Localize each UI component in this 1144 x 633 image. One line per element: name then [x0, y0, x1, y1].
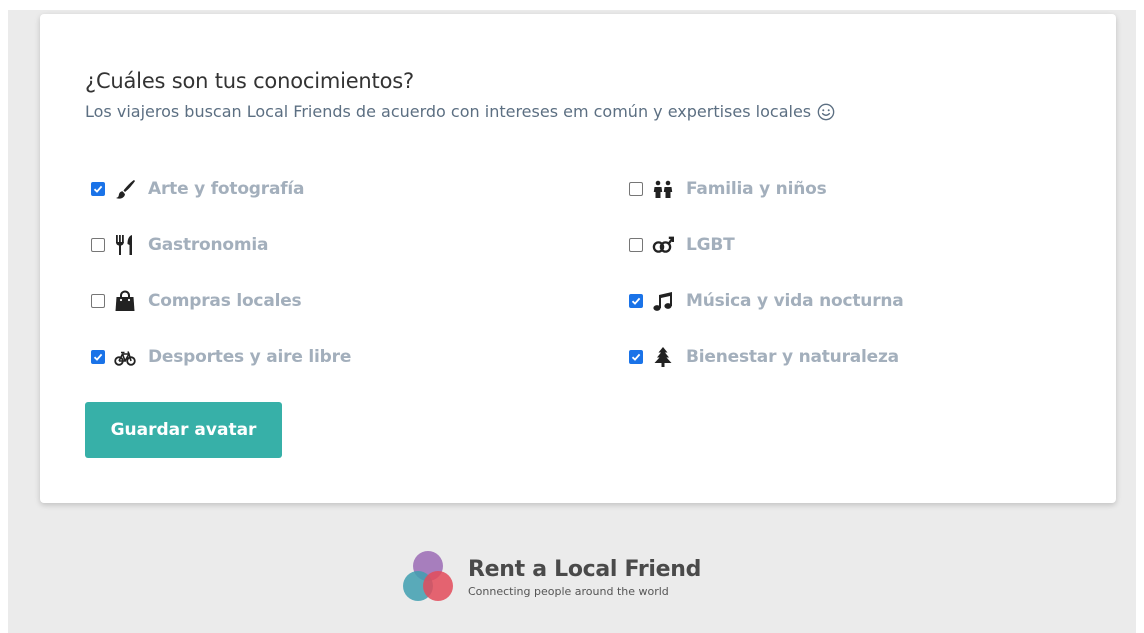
- option-label: LGBT: [686, 235, 735, 255]
- paintbrush-icon: [114, 178, 136, 200]
- gender-icon: [652, 234, 674, 256]
- smile-icon: [817, 103, 835, 120]
- card-subtitle: Los viajeros buscan Local Friends de acu…: [85, 102, 1116, 121]
- option-arte-fotografia[interactable]: Arte y fotografía: [91, 177, 305, 201]
- option-label: Música y vida nocturna: [686, 291, 904, 311]
- checkbox-compras-locales[interactable]: [91, 294, 105, 308]
- option-gastronomia[interactable]: Gastronomia: [91, 233, 269, 257]
- option-bienestar-naturaleza[interactable]: Bienestar y naturaleza: [629, 345, 899, 369]
- tree-icon: [652, 346, 674, 368]
- checkbox-musica-vida-nocturna[interactable]: [629, 294, 643, 308]
- option-musica-vida-nocturna[interactable]: Música y vida nocturna: [629, 289, 904, 313]
- card-title: ¿Cuáles son tus conocimientos?: [85, 69, 414, 93]
- shopping-bag-icon: [114, 290, 136, 312]
- card-subtitle-text: Los viajeros buscan Local Friends de acu…: [85, 102, 812, 121]
- interests-card: ¿Cuáles son tus conocimientos? Los viaje…: [40, 14, 1116, 503]
- option-label: Compras locales: [148, 291, 302, 311]
- save-avatar-button[interactable]: Guardar avatar: [85, 402, 282, 458]
- checkbox-desportes-aire-libre[interactable]: [91, 350, 105, 364]
- option-lgbt[interactable]: LGBT: [629, 233, 735, 257]
- bicycle-icon: [114, 346, 136, 368]
- utensils-icon: [114, 234, 136, 256]
- option-desportes-aire-libre[interactable]: Desportes y aire libre: [91, 345, 351, 369]
- option-label: Arte y fotografía: [148, 179, 305, 199]
- music-note-icon: [652, 290, 674, 312]
- brand-tagline: Connecting people around the world: [468, 584, 669, 598]
- checkbox-arte-fotografia[interactable]: [91, 182, 105, 196]
- family-icon: [652, 178, 674, 200]
- option-label: Bienestar y naturaleza: [686, 347, 899, 367]
- option-familia-ninos[interactable]: Familia y niños: [629, 177, 827, 201]
- checkbox-bienestar-naturaleza[interactable]: [629, 350, 643, 364]
- option-label: Desportes y aire libre: [148, 347, 352, 367]
- interests-grid: Arte y fotografía Familia y niños Gastro…: [85, 170, 985, 370]
- brand-name: Rent a Local Friend: [468, 556, 702, 582]
- option-label: Familia y niños: [686, 179, 827, 199]
- checkbox-familia-ninos[interactable]: [629, 182, 643, 196]
- checkbox-lgbt[interactable]: [629, 238, 643, 252]
- checkbox-gastronomia[interactable]: [91, 238, 105, 252]
- page-background: ¿Cuáles son tus conocimientos? Los viaje…: [8, 10, 1136, 633]
- brand-text: Rent a Local Friend Connecting people ar…: [468, 556, 702, 599]
- circles-logo-icon: [403, 551, 453, 601]
- brand-logo: Rent a Local Friend Connecting people ar…: [398, 548, 701, 608]
- option-label: Gastronomia: [148, 235, 269, 255]
- option-compras-locales[interactable]: Compras locales: [91, 289, 302, 313]
